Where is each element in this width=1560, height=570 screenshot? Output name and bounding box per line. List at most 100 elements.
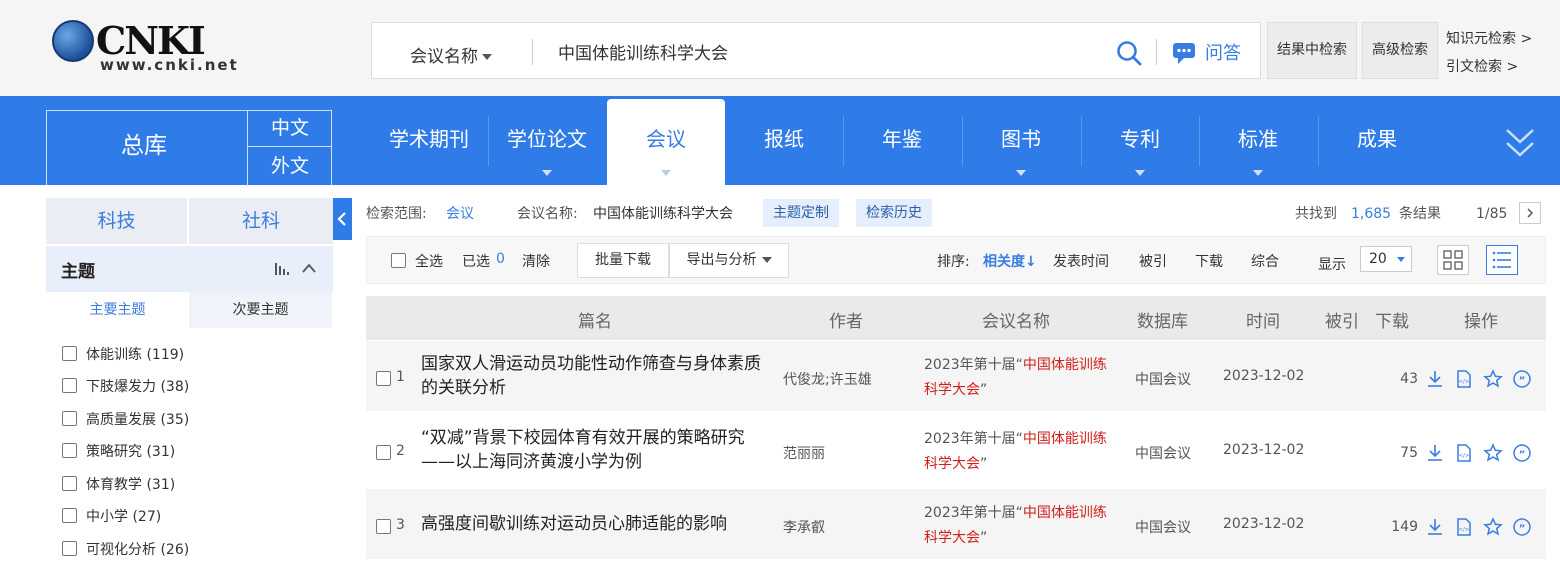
topic-item[interactable]: 体育教学 (31) — [62, 474, 175, 494]
knowledge-search-link[interactable]: 知识元检索 > — [1446, 28, 1532, 48]
page-size-select[interactable]: 20 — [1360, 246, 1412, 272]
html-read-icon[interactable]: </> — [1454, 443, 1474, 463]
divider — [532, 39, 533, 65]
tab-social-science[interactable]: 社科 — [189, 198, 333, 244]
tab-main-topic[interactable]: 主要主题 — [46, 292, 189, 328]
chevron-up-icon[interactable] — [302, 263, 316, 273]
tab-label: 标准 — [1238, 127, 1278, 151]
row-checkbox[interactable] — [376, 519, 391, 534]
expand-chevron-icon[interactable] — [1505, 126, 1535, 160]
author-link[interactable]: 李承叡 — [783, 517, 825, 537]
conference-name-link[interactable]: 2023年第十届“中国体能训练科学大会” — [924, 501, 1119, 551]
conference-name-link[interactable]: 2023年第十届“中国体能训练科学大会” — [924, 427, 1119, 477]
topic-section-header[interactable]: 主题 — [46, 246, 333, 292]
html-read-icon[interactable]: </> — [1454, 369, 1474, 389]
tab-yearbook[interactable]: 年鉴 — [843, 96, 961, 185]
quote-icon[interactable]: ” — [1512, 443, 1532, 463]
sort-relevance[interactable]: 相关度↓ — [983, 251, 1037, 271]
row-checkbox[interactable] — [376, 371, 391, 386]
tab-label: 会议 — [646, 127, 686, 151]
search-history-button[interactable]: 检索历史 — [856, 199, 932, 227]
quote-icon[interactable]: ” — [1512, 517, 1532, 537]
checkbox[interactable] — [62, 442, 77, 458]
batch-download-button[interactable]: 批量下载 — [577, 243, 669, 278]
select-all[interactable]: 全选 — [391, 251, 443, 271]
col-database: 数据库 — [1137, 312, 1188, 332]
tab-newspaper[interactable]: 报纸 — [725, 96, 843, 185]
checkbox[interactable] — [62, 410, 77, 426]
tab-conference[interactable]: 会议 — [607, 99, 725, 185]
chat-icon[interactable] — [1172, 41, 1198, 65]
export-analysis-button[interactable]: 导出与分析 — [669, 243, 789, 278]
conf-label: 会议名称: — [517, 206, 578, 222]
checkbox[interactable] — [62, 475, 77, 491]
topic-label: 策略研究 — [86, 444, 142, 460]
tab-journal[interactable]: 学术期刊 — [370, 96, 488, 185]
article-title-link[interactable]: “双减”背景下校园体育有效开展的策略研究——以上海同济黄渡小学为例 — [421, 426, 771, 474]
cnki-logo[interactable]: CNKI www.cnki.net — [50, 18, 280, 76]
quote-icon[interactable]: ” — [1512, 369, 1532, 389]
article-title-link[interactable]: 高强度间歇训练对运动员心肺适能的影响 — [421, 512, 771, 536]
topic-item[interactable]: 中小学 (27) — [62, 506, 161, 526]
chinese-tab[interactable]: 中文 — [247, 111, 332, 147]
topic-item[interactable]: 高质量发展 (35) — [62, 409, 189, 429]
bar-chart-icon[interactable] — [275, 263, 291, 275]
sort-overall[interactable]: 综合 — [1251, 251, 1279, 271]
topic-item[interactable]: 可视化分析 (26) — [62, 539, 189, 559]
author-link[interactable]: 范丽丽 — [783, 443, 825, 463]
topic-custom-button[interactable]: 主题定制 — [763, 199, 839, 227]
tab-patent[interactable]: 专利 — [1081, 96, 1199, 185]
checkbox[interactable] — [62, 507, 77, 523]
tab-secondary-topic[interactable]: 次要主题 — [189, 292, 332, 328]
tab-achievement[interactable]: 成果 — [1318, 96, 1436, 185]
grid-view-icon[interactable] — [1437, 245, 1469, 275]
publish-date: 2023-12-02 — [1223, 516, 1305, 532]
author-link[interactable]: 代俊龙;许玉雄 — [783, 369, 872, 389]
next-page-button[interactable] — [1519, 202, 1541, 224]
checkbox[interactable] — [62, 540, 77, 556]
search-input[interactable] — [558, 37, 1078, 65]
zongku-tab[interactable]: 总库 — [121, 126, 167, 160]
topic-count: (119) — [146, 347, 185, 363]
topic-item[interactable]: 策略研究 (31) — [62, 441, 175, 461]
star-icon[interactable] — [1483, 369, 1503, 389]
tab-book[interactable]: 图书 — [962, 96, 1080, 185]
topic-item[interactable]: 体能训练 (119) — [62, 344, 184, 364]
list-view-icon[interactable] — [1486, 245, 1518, 275]
tab-label: 图书 — [1001, 127, 1041, 151]
foreign-tab[interactable]: 外文 — [247, 147, 332, 186]
row-checkbox[interactable] — [376, 445, 391, 460]
download-icon[interactable] — [1425, 443, 1445, 463]
search-in-results-button[interactable]: 结果中检索 — [1267, 22, 1357, 79]
sort-date[interactable]: 发表时间 — [1053, 251, 1109, 271]
checkbox[interactable] — [62, 345, 77, 361]
advanced-search-button[interactable]: 高级检索 — [1362, 22, 1438, 79]
tab-label: 成果 — [1357, 127, 1397, 151]
download-icon[interactable] — [1425, 517, 1445, 537]
sort-cited[interactable]: 被引 — [1139, 251, 1167, 271]
checkbox[interactable] — [391, 252, 406, 268]
tab-standard[interactable]: 标准 — [1199, 96, 1317, 185]
sort-download[interactable]: 下载 — [1195, 251, 1223, 271]
article-title-link[interactable]: 国家双人滑运动员功能性动作筛查与身体素质的关联分析 — [421, 352, 771, 400]
row-number: 2 — [396, 443, 405, 459]
citation-search-link[interactable]: 引文检索 > — [1446, 56, 1518, 76]
collapse-sidebar-button[interactable] — [333, 198, 352, 240]
tab-thesis[interactable]: 学位论文 — [488, 96, 606, 185]
qa-link[interactable]: 问答 — [1205, 39, 1241, 65]
star-icon[interactable] — [1483, 443, 1503, 463]
section-title: 主题 — [61, 262, 95, 282]
topic-item[interactable]: 下肢爆发力 (38) — [62, 376, 189, 396]
star-icon[interactable] — [1483, 517, 1503, 537]
search-type-select[interactable]: 会议名称 — [410, 42, 492, 67]
tab-label: 学位论文 — [507, 127, 587, 151]
conference-name-link[interactable]: 2023年第十届“中国体能训练科学大会” — [924, 353, 1119, 403]
caret-down-icon — [761, 257, 772, 263]
tab-science[interactable]: 科技 — [46, 198, 187, 244]
download-icon[interactable] — [1425, 369, 1445, 389]
checkbox[interactable] — [62, 377, 77, 393]
clear-button[interactable]: 清除 — [522, 251, 550, 271]
html-read-icon[interactable]: </> — [1454, 517, 1474, 537]
conf-value: 中国体能训练科学大会 — [593, 206, 733, 222]
search-icon[interactable] — [1116, 40, 1142, 66]
